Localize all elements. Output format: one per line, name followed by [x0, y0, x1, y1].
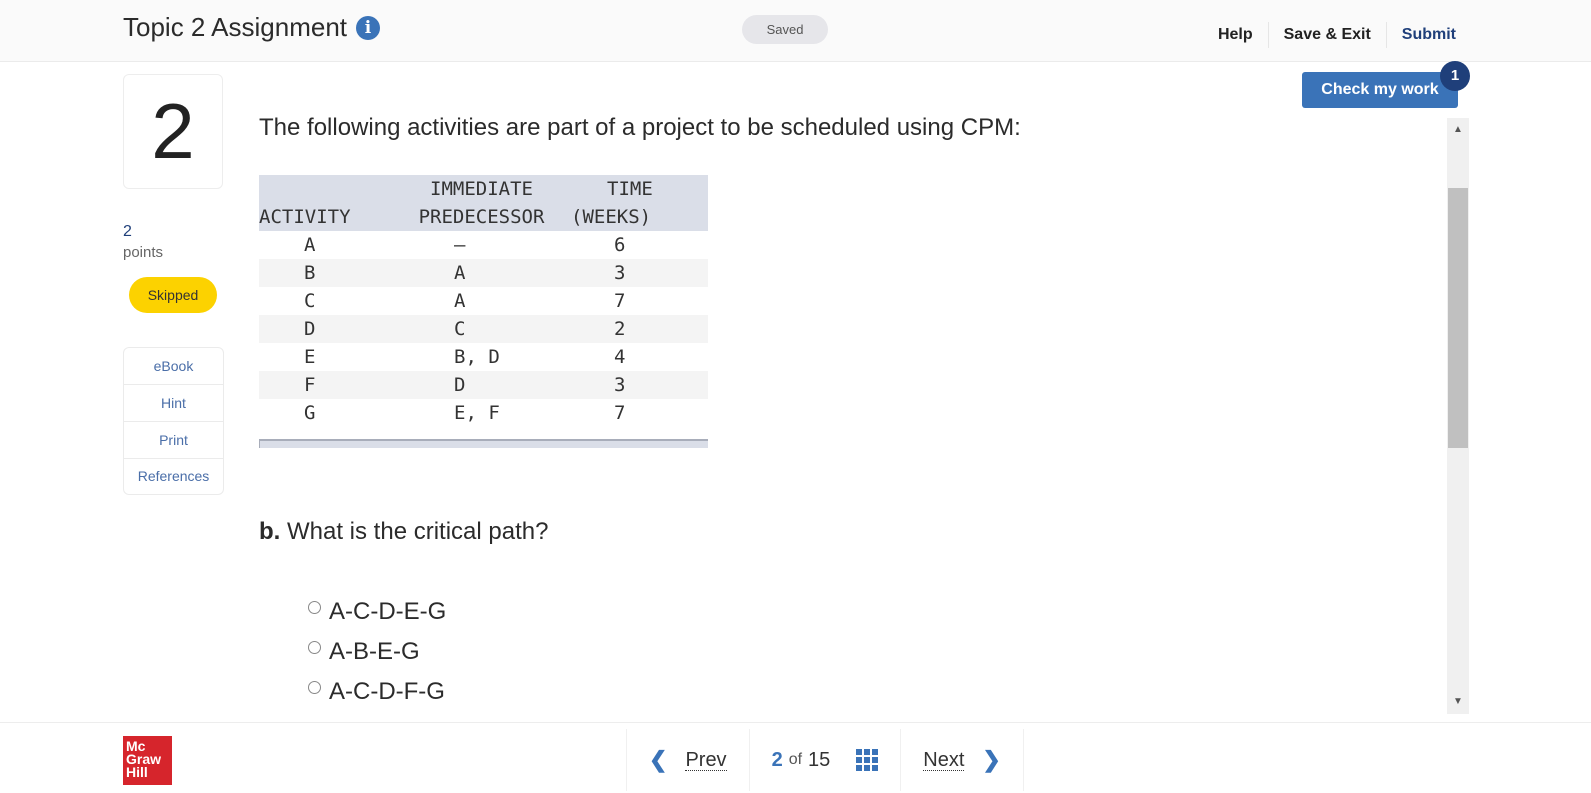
- cell-activity: G: [304, 402, 316, 424]
- scroll-thumb[interactable]: [1448, 188, 1468, 448]
- submit-link[interactable]: Submit: [1387, 22, 1456, 48]
- cell-predecessor: A: [454, 262, 466, 284]
- check-my-work-button[interactable]: Check my work: [1302, 72, 1458, 108]
- answer-option[interactable]: A-C-D-F-G: [308, 672, 446, 712]
- radio-button[interactable]: [308, 680, 321, 694]
- header-nav: Help Save & Exit Submit: [1203, 22, 1456, 48]
- save-exit-link[interactable]: Save & Exit: [1269, 22, 1386, 48]
- answer-option[interactable]: A-B-E-G: [308, 632, 446, 672]
- cell-predecessor: —: [454, 234, 466, 256]
- part-b-text: What is the critical path?: [287, 518, 549, 545]
- table-row: B A 3: [259, 259, 708, 287]
- table-header-row: ACTIVITY IMMEDIATE PREDECESSOR TIME (WEE…: [259, 175, 708, 231]
- table-row: A — 6: [259, 231, 708, 259]
- table-row: E B, D 4: [259, 343, 708, 371]
- scroll-down-arrow-icon[interactable]: ▼: [1447, 690, 1469, 714]
- cell-activity: A: [304, 234, 316, 256]
- answer-option[interactable]: A-C-D-E-G: [308, 592, 446, 632]
- cell-predecessor: E, F: [454, 402, 500, 424]
- cell-time: 3: [614, 262, 626, 284]
- cell-activity: C: [304, 290, 316, 312]
- cell-predecessor: B, D: [454, 346, 500, 368]
- activity-table: ACTIVITY IMMEDIATE PREDECESSOR TIME (WEE…: [259, 175, 708, 427]
- option-label[interactable]: A-C-D-E-G: [329, 598, 446, 626]
- column-header-predecessor: IMMEDIATE PREDECESSOR: [418, 178, 545, 228]
- bottom-footer: Mc Graw Hill ❮ Prev 2 of 15 Next ❯: [0, 722, 1591, 793]
- info-icon[interactable]: i: [356, 15, 381, 40]
- answer-options: A-C-D-E-G A-B-E-G A-C-D-F-G: [308, 592, 446, 712]
- prev-label[interactable]: Prev: [685, 750, 727, 771]
- part-b-question: b. What is the critical path?: [259, 518, 548, 546]
- column-header-activity: ACTIVITY: [259, 206, 351, 228]
- table-row: G E, F 7: [259, 399, 708, 427]
- question-number: 2: [123, 74, 223, 189]
- column-header-time: TIME (WEEKS): [571, 178, 653, 228]
- points-label: points: [123, 244, 164, 261]
- prev-button[interactable]: ❮ Prev: [627, 729, 750, 791]
- help-link[interactable]: Help: [1203, 22, 1268, 48]
- table-row: F D 3: [259, 371, 708, 399]
- assignment-title-text: Topic 2 Assignment: [123, 12, 348, 42]
- table-row: C A 7: [259, 287, 708, 315]
- chevron-right-icon: ❯: [982, 747, 1001, 772]
- cell-predecessor: C: [454, 318, 466, 340]
- cell-activity: F: [304, 374, 316, 396]
- radio-button[interactable]: [308, 600, 321, 614]
- mcgraw-hill-logo: Mc Graw Hill: [123, 736, 172, 785]
- print-button[interactable]: Print: [124, 422, 223, 459]
- cell-time: 2: [614, 318, 626, 340]
- saved-status-badge: Saved: [742, 15, 828, 44]
- next-label[interactable]: Next: [923, 750, 965, 771]
- page-indicator[interactable]: 2 of 15: [750, 729, 902, 791]
- question-status-badge: Skipped: [129, 277, 217, 313]
- page-of-label: of: [788, 751, 803, 768]
- cell-activity: D: [304, 318, 316, 340]
- cell-time: 3: [614, 374, 626, 396]
- next-button[interactable]: Next ❯: [901, 729, 1023, 791]
- part-b-label: b.: [259, 518, 281, 545]
- question-tools: eBook Hint Print References: [123, 347, 224, 495]
- cell-time: 7: [614, 290, 626, 312]
- cell-time: 7: [614, 402, 626, 424]
- cell-time: 6: [614, 234, 626, 256]
- grid-icon[interactable]: [856, 749, 879, 771]
- top-header: Topic 2 Assignment i Saved Help Save & E…: [0, 0, 1591, 62]
- question-pager: ❮ Prev 2 of 15 Next ❯: [626, 729, 1024, 791]
- assignment-title: Topic 2 Assignment i: [123, 12, 381, 43]
- scroll-up-arrow-icon[interactable]: ▲: [1447, 118, 1469, 142]
- check-attempts-badge: 1: [1440, 61, 1470, 91]
- cell-predecessor: A: [454, 290, 466, 312]
- total-pages: 15: [808, 748, 831, 771]
- cell-predecessor: D: [454, 374, 466, 396]
- ebook-button[interactable]: eBook: [124, 348, 223, 385]
- references-button[interactable]: References: [124, 459, 223, 494]
- radio-button[interactable]: [308, 640, 321, 654]
- question-prompt: The following activities are part of a p…: [259, 114, 1021, 141]
- cell-time: 4: [614, 346, 626, 368]
- chevron-left-icon: ❮: [649, 747, 668, 772]
- option-label[interactable]: A-B-E-G: [329, 638, 420, 666]
- option-label[interactable]: A-C-D-F-G: [329, 678, 445, 706]
- points-value: 2: [123, 223, 132, 240]
- table-footer-bar: [259, 439, 708, 448]
- content-scrollbar[interactable]: ▲ ▼: [1447, 118, 1469, 714]
- table-row: D C 2: [259, 315, 708, 343]
- current-page: 2: [771, 748, 783, 771]
- cell-activity: E: [304, 346, 316, 368]
- cell-activity: B: [304, 262, 316, 284]
- hint-button[interactable]: Hint: [124, 385, 223, 422]
